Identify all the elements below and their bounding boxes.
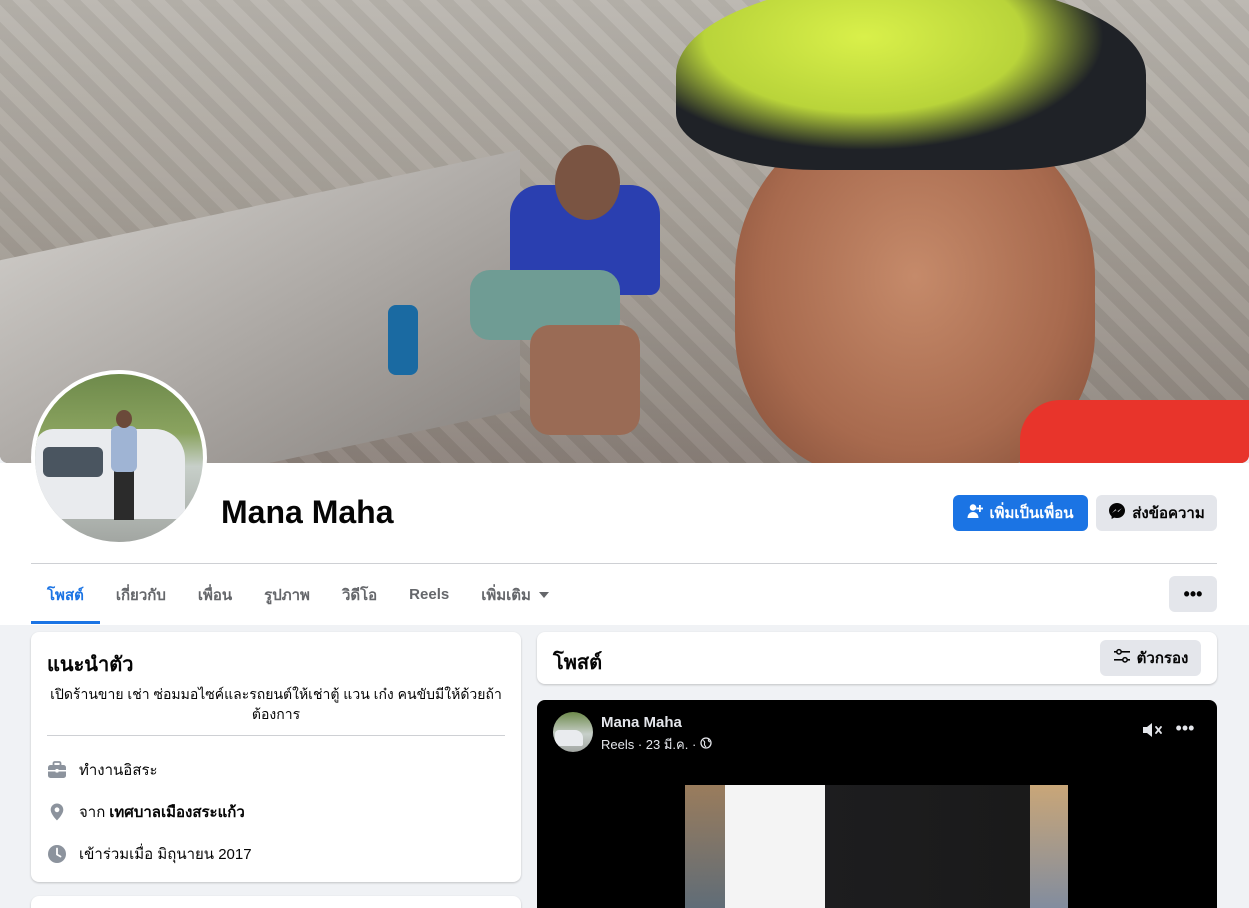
globe-icon	[700, 737, 712, 752]
speaker-muted-icon[interactable]	[1141, 720, 1165, 740]
intro-bio: เปิดร้านขาย เช่า ซ่อมมอไซค์และรถยนต์ให้เ…	[50, 686, 502, 722]
clock-icon	[47, 844, 67, 864]
tab-about[interactable]: เกี่ยวกับ	[100, 565, 182, 624]
tab-posts[interactable]: โพสต์	[31, 565, 100, 624]
work-row: ทำงานอิสระ	[47, 758, 158, 782]
from-row: จาก เทศบาลเมืองสระแก้ว	[47, 800, 245, 824]
message-button[interactable]: ส่งข้อความ	[1096, 495, 1217, 531]
reel-video[interactable]	[685, 785, 1068, 908]
header-divider	[31, 563, 1217, 564]
filter-button[interactable]: ตัวกรอง	[1100, 640, 1201, 676]
next-card	[31, 896, 521, 908]
from-place-link[interactable]: เทศบาลเมืองสระแก้ว	[109, 800, 244, 824]
message-label: ส่งข้อความ	[1132, 505, 1205, 522]
posts-title: โพสต์	[553, 652, 603, 674]
tab-reels[interactable]: Reels	[393, 565, 465, 624]
post-author-name[interactable]: Mana Maha	[601, 714, 682, 731]
joined-row: เข้าร่วมเมื่อ มิถุนายน 2017	[47, 842, 252, 866]
cover-red-shirt	[1020, 400, 1249, 463]
avatar-person	[111, 410, 137, 520]
tab-more[interactable]: เพิ่มเติม	[465, 565, 565, 624]
post-meta: Reels · 23 มี.ค. ·	[601, 734, 712, 755]
tab-videos[interactable]: วิดีโอ	[326, 565, 393, 624]
tab-friends[interactable]: เพื่อน	[182, 565, 248, 624]
joined-text: เข้าร่วมเมื่อ มิถุนายน 2017	[79, 846, 252, 863]
post-author-avatar[interactable]	[553, 712, 593, 752]
profile-more-button[interactable]: •••	[1169, 576, 1217, 612]
cover-photo[interactable]	[0, 0, 1249, 463]
add-person-icon	[967, 503, 984, 523]
profile-name: Mana Maha	[221, 494, 394, 530]
briefcase-icon	[47, 760, 67, 780]
caret-down-icon	[538, 591, 549, 598]
from-prefix: จาก	[79, 804, 106, 821]
cover-helmet	[676, 0, 1146, 170]
avatar-van	[35, 429, 185, 519]
work-text: ทำงานอิสระ	[79, 762, 158, 779]
cover-sitting-person	[470, 145, 700, 455]
post-more-button[interactable]: •••	[1173, 718, 1197, 742]
messenger-icon	[1108, 502, 1126, 524]
video-white-shirt	[725, 785, 825, 908]
post-meta-text[interactable]: Reels · 23 มี.ค. ·	[601, 734, 696, 755]
add-friend-label: เพิ่มเป็นเพื่อน	[989, 505, 1074, 522]
intro-title: แนะนำตัว	[47, 654, 134, 676]
tab-more-label: เพิ่มเติม	[481, 586, 531, 604]
intro-card: แนะนำตัว เปิดร้านขาย เช่า ซ่อมมอไซค์และร…	[31, 632, 521, 882]
profile-tabs: โพสต์ เกี่ยวกับ เพื่อน รูปภาพ วิดีโอ Ree…	[31, 565, 565, 624]
filter-label: ตัวกรอง	[1136, 650, 1189, 667]
tab-photos[interactable]: รูปภาพ	[248, 565, 326, 624]
reel-post: Mana Maha Reels · 23 มี.ค. · •••	[537, 700, 1217, 908]
cover-water-bottle	[388, 305, 418, 375]
posts-header-card: โพสต์ ตัวกรอง	[537, 632, 1217, 684]
video-background-scene	[1030, 785, 1068, 908]
filter-sliders-icon	[1113, 647, 1131, 669]
location-pin-icon	[47, 802, 67, 822]
avatar-image	[35, 374, 203, 542]
profile-avatar[interactable]	[31, 370, 207, 546]
video-shelf	[685, 785, 725, 908]
intro-divider	[47, 735, 505, 736]
add-friend-button[interactable]: เพิ่มเป็นเพื่อน	[953, 495, 1088, 531]
